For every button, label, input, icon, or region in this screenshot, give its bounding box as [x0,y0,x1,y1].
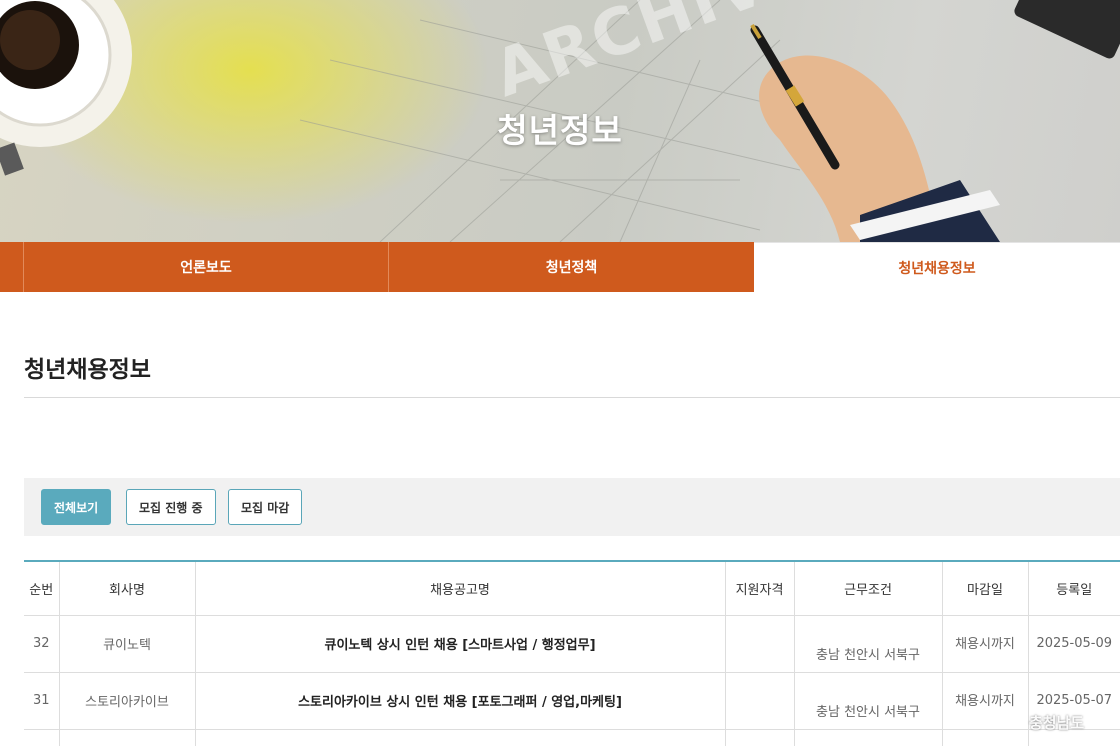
row-work-condition: 충남 천안시 서북구 [794,615,943,673]
section-tabs: 언론보도 청년정책 청년채용정보 [0,242,1120,292]
header-job-title: 채용공고명 [195,561,726,616]
filter-all-button[interactable]: 전체보기 [41,489,112,525]
chungnam-logo-icon [1004,720,1026,728]
partial-cell [24,729,60,746]
page-title: 청년채용정보 [24,357,151,383]
header-registered-date: 등록일 [1028,561,1120,616]
row-number: 32 [24,615,60,673]
job-listing-table: 순번 회사명 채용공고명 지원자격 근무조건 마감일 등록일 32 큐이노텍 큐… [24,560,1120,746]
row-company: 스토리아카이브 [59,672,196,730]
table-row[interactable]: 31 스토리아카이브 스토리아카이브 상시 인턴 채용 [포토그래퍼 / 영업,… [24,672,1120,730]
row-number: 31 [24,672,60,730]
tab-youth-policy[interactable]: 청년정책 [389,242,754,292]
tab-press-release[interactable]: 언론보도 [24,242,389,292]
header-deadline: 마감일 [942,561,1029,616]
tab-youth-employment[interactable]: 청년채용정보 [754,242,1120,292]
tab-bar-edge [0,242,24,292]
header-company: 회사명 [59,561,196,616]
partial-cell [59,729,196,746]
row-deadline: 채용시까지 [942,615,1029,673]
row-work-condition: 충남 천안시 서북구 [794,672,943,730]
row-job-title-link[interactable]: 큐이노텍 상시 인턴 채용 [스마트사업 / 행정업무] [195,615,726,673]
filter-closed-button[interactable]: 모집 마감 [228,489,303,525]
header-number: 순번 [24,561,60,616]
hero-banner: ARCHIVE 청년정보 [0,0,1120,242]
partial-cell [195,729,726,746]
filter-bar: 전체보기 모집 진행 중 모집 마감 [24,478,1120,536]
header-qualification: 지원자격 [725,561,795,616]
row-qualification [725,615,795,673]
chungnam-watermark: 충청남도 [1004,712,1084,733]
table-header-row: 순번 회사명 채용공고명 지원자격 근무조건 마감일 등록일 [24,561,1120,616]
row-job-title-link[interactable]: 스토리아카이브 상시 인턴 채용 [포토그래퍼 / 영업,마케팅] [195,672,726,730]
title-divider [24,397,1120,398]
row-qualification [725,672,795,730]
partial-cell [725,729,795,746]
filter-open-button[interactable]: 모집 진행 중 [126,489,216,525]
table-row-partial [24,729,1120,746]
row-registered-date: 2025-05-09 [1028,615,1120,673]
hero-title: 청년정보 [497,111,623,150]
partial-cell [794,729,943,746]
watermark-text: 충청남도 [1029,714,1085,732]
row-company: 큐이노텍 [59,615,196,673]
header-work-condition: 근무조건 [794,561,943,616]
table-row[interactable]: 32 큐이노텍 큐이노텍 상시 인턴 채용 [스마트사업 / 행정업무] 충남 … [24,615,1120,673]
